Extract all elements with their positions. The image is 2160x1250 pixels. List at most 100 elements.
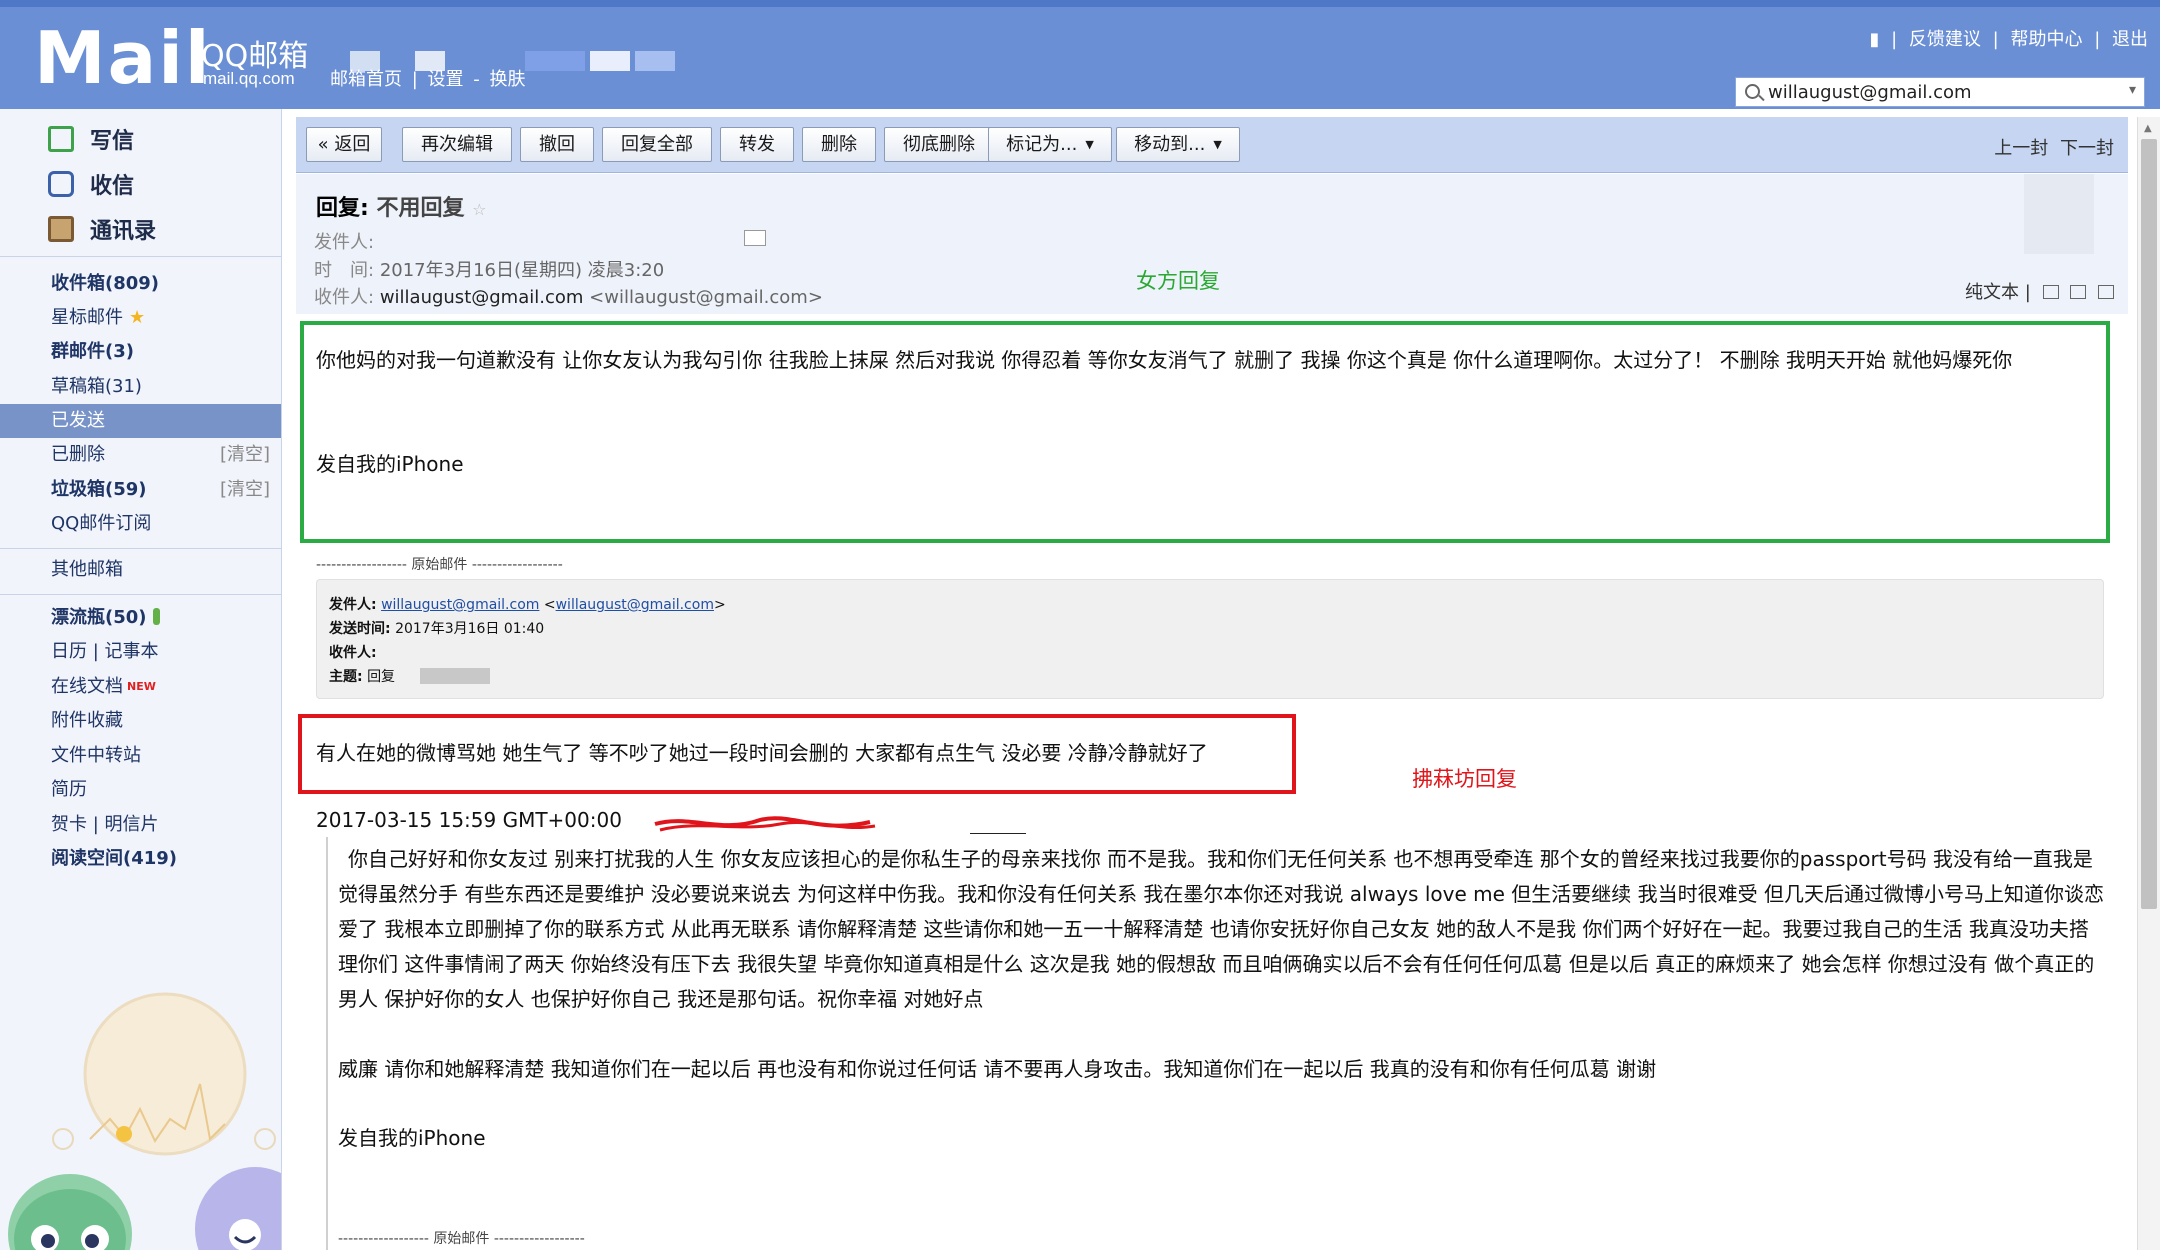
receive-label: 收信 — [90, 174, 135, 199]
compose-label: 写信 — [90, 129, 135, 154]
redacted-underline — [970, 833, 1026, 834]
folder-spam[interactable]: 垃圾箱(59) [清空] — [0, 473, 281, 507]
file-transfer[interactable]: 文件中转站 — [0, 739, 281, 773]
compose-button[interactable]: 写信 — [48, 119, 134, 159]
recall-button[interactable]: 撤回 — [520, 127, 594, 162]
chevron-down-icon: ▼ — [1085, 138, 1094, 151]
more-options-icon[interactable] — [2098, 285, 2114, 299]
to-value[interactable]: willaugust@gmail.com — [380, 287, 584, 308]
permanent-delete-button[interactable]: 彻底删除 — [884, 127, 994, 162]
link-help[interactable]: 帮助中心 — [2010, 29, 2082, 50]
mail-toolbar: « 返回 再次编辑 撤回 回复全部 转发 删除 彻底删除 标记为... ▼ 移动到… — [296, 117, 2128, 173]
new-window-icon[interactable] — [2042, 285, 2059, 299]
red-reply-text: 有人在她的微博骂她 她生气了 等不吵了她过一段时间会删的 大家都有点生气 没必要… — [316, 741, 1208, 765]
star-outline-icon[interactable]: ☆ — [472, 200, 486, 219]
quoted-timestamp: 2017-03-15 15:59 GMT+00:00 — [316, 808, 622, 832]
reply-all-button[interactable]: 回复全部 — [602, 127, 712, 162]
top-right-links: ▮ | 反馈建议 | 帮助中心 | 退出 — [1863, 25, 2148, 51]
folder-sent[interactable]: 已发送 — [0, 404, 281, 438]
quote-to-label: 收件人: — [329, 645, 377, 661]
phone-icon[interactable]: ▮ — [1869, 29, 1879, 50]
folder-inbox[interactable]: 收件箱(809) — [0, 267, 281, 301]
cards-postcards[interactable]: 贺卡 | 明信片 — [0, 808, 281, 842]
scroll-up-icon[interactable]: ▲ — [2144, 123, 2152, 134]
drift-bottle[interactable]: 漂流瓶(50) — [0, 601, 281, 635]
divider — [0, 548, 281, 549]
print-icon[interactable] — [2070, 285, 2087, 299]
scrollbar[interactable]: ▲ — [2137, 117, 2160, 1250]
quote-bar — [326, 837, 328, 1250]
account-email: willaugust@gmail.com — [1768, 82, 1972, 103]
move-to-dropdown[interactable]: 移动到... ▼ — [1116, 127, 1240, 162]
link-feedback[interactable]: 反馈建议 — [1909, 29, 1981, 50]
chevron-down-icon[interactable]: ▾ — [2129, 82, 2136, 98]
quote-from-addr[interactable]: willaugust@gmail.com — [556, 597, 714, 613]
chevron-down-icon: ▼ — [1213, 138, 1222, 151]
link-change-skin[interactable]: 换肤 — [490, 69, 526, 90]
folder-label: 草稿箱(31) — [51, 376, 142, 397]
clear-deleted-link[interactable]: [清空] — [220, 438, 270, 472]
compose-icon — [48, 126, 74, 152]
folder-label: 收件箱(809) — [51, 273, 160, 294]
contact-card-icon[interactable] — [744, 230, 766, 246]
time-row: 时 间: 2017年3月16日(星期四) 凌晨3:20 — [314, 256, 664, 282]
forward-button[interactable]: 转发 — [720, 127, 794, 162]
view-options: 纯文本 | — [1965, 278, 2114, 304]
contacts-button[interactable]: 通讯录 — [48, 209, 156, 249]
other-mailboxes[interactable]: 其他邮箱 — [0, 553, 281, 587]
quote-to-row: 收件人: — [329, 642, 377, 662]
account-selector[interactable]: willaugust@gmail.com ▾ — [1735, 77, 2145, 107]
mascot-pupil — [85, 1234, 99, 1248]
back-button[interactable]: « 返回 — [306, 127, 382, 162]
skin-decoration — [8, 992, 281, 1250]
delete-button[interactable]: 删除 — [802, 127, 876, 162]
link-separator: | — [1992, 29, 1999, 50]
quote-from-name[interactable]: willaugust@gmail.com — [381, 597, 539, 613]
mascot-pupil — [41, 1234, 55, 1248]
divider — [0, 256, 281, 257]
star-icon: ★ — [129, 307, 146, 328]
resume[interactable]: 简历 — [0, 773, 281, 807]
from-label: 发件人: — [314, 232, 375, 253]
calendar-notes[interactable]: 日历 | 记事本 — [0, 635, 281, 669]
folder-deleted[interactable]: 已删除 [清空] — [0, 438, 281, 472]
mail-subject: 回复: 不用回复 ☆ — [316, 190, 487, 222]
receive-button[interactable]: 收信 — [48, 164, 134, 204]
sidebar: 写信 收信 通讯录 收件箱(809) 星标邮件 ★ 群邮件(3) 草稿箱(31) … — [0, 109, 282, 1250]
next-mail-link[interactable]: 下一封 — [2060, 138, 2114, 159]
folder-group[interactable]: 群邮件(3) — [0, 335, 281, 369]
deco-ring — [254, 1128, 276, 1150]
folder-label: 垃圾箱(59) — [51, 479, 147, 500]
search-icon — [1745, 84, 1760, 99]
redaction-scribble — [654, 816, 876, 832]
quoted-paragraph-1: 你自己好好和你女友过 别来打扰我的人生 你女友应该担心的是你私生子的母亲来找你 … — [338, 847, 2104, 1011]
link-logout[interactable]: 退出 — [2112, 29, 2148, 50]
online-docs[interactable]: 在线文档 NEW — [0, 670, 281, 704]
mark-as-dropdown[interactable]: 标记为... ▼ — [988, 127, 1112, 162]
link-settings[interactable]: 设置 — [428, 69, 464, 90]
divider — [0, 594, 281, 595]
folder-subscriptions[interactable]: QQ邮件订阅 — [0, 507, 281, 541]
reading-space[interactable]: 阅读空间(419) — [0, 842, 281, 876]
attachment-favorites[interactable]: 附件收藏 — [0, 704, 281, 738]
clear-spam-link[interactable]: [清空] — [220, 473, 270, 507]
quote-subject-value: 回复 — [367, 669, 396, 685]
link-separator: - — [473, 69, 480, 90]
to-address: <willaugust@gmail.com> — [589, 287, 823, 308]
folder-drafts[interactable]: 草稿箱(31) — [0, 370, 281, 404]
redacted-avatar — [2024, 174, 2094, 254]
from-row: 发件人: — [314, 228, 374, 254]
time-value: 2017年3月16日(星期四) 凌晨3:20 — [379, 260, 665, 281]
link-mail-home[interactable]: 邮箱首页 — [330, 69, 402, 90]
plain-text-link[interactable]: 纯文本 | — [1965, 282, 2031, 303]
edit-again-button[interactable]: 再次编辑 — [402, 127, 512, 162]
subject-rest: 不用回复 — [376, 196, 465, 221]
quoted-signature: 发自我的iPhone — [338, 1126, 486, 1150]
contacts-label: 通讯录 — [90, 219, 157, 244]
scroll-thumb[interactable] — [2141, 139, 2157, 909]
prev-mail-link[interactable]: 上一封 — [1994, 138, 2048, 159]
folder-label: 群邮件(3) — [51, 341, 134, 362]
folder-starred[interactable]: 星标邮件 ★ — [0, 301, 281, 335]
quote-from-row: 发件人: willaugust@gmail.com <willaugust@gm… — [329, 597, 726, 613]
tool-label: 文件中转站 — [51, 745, 141, 766]
